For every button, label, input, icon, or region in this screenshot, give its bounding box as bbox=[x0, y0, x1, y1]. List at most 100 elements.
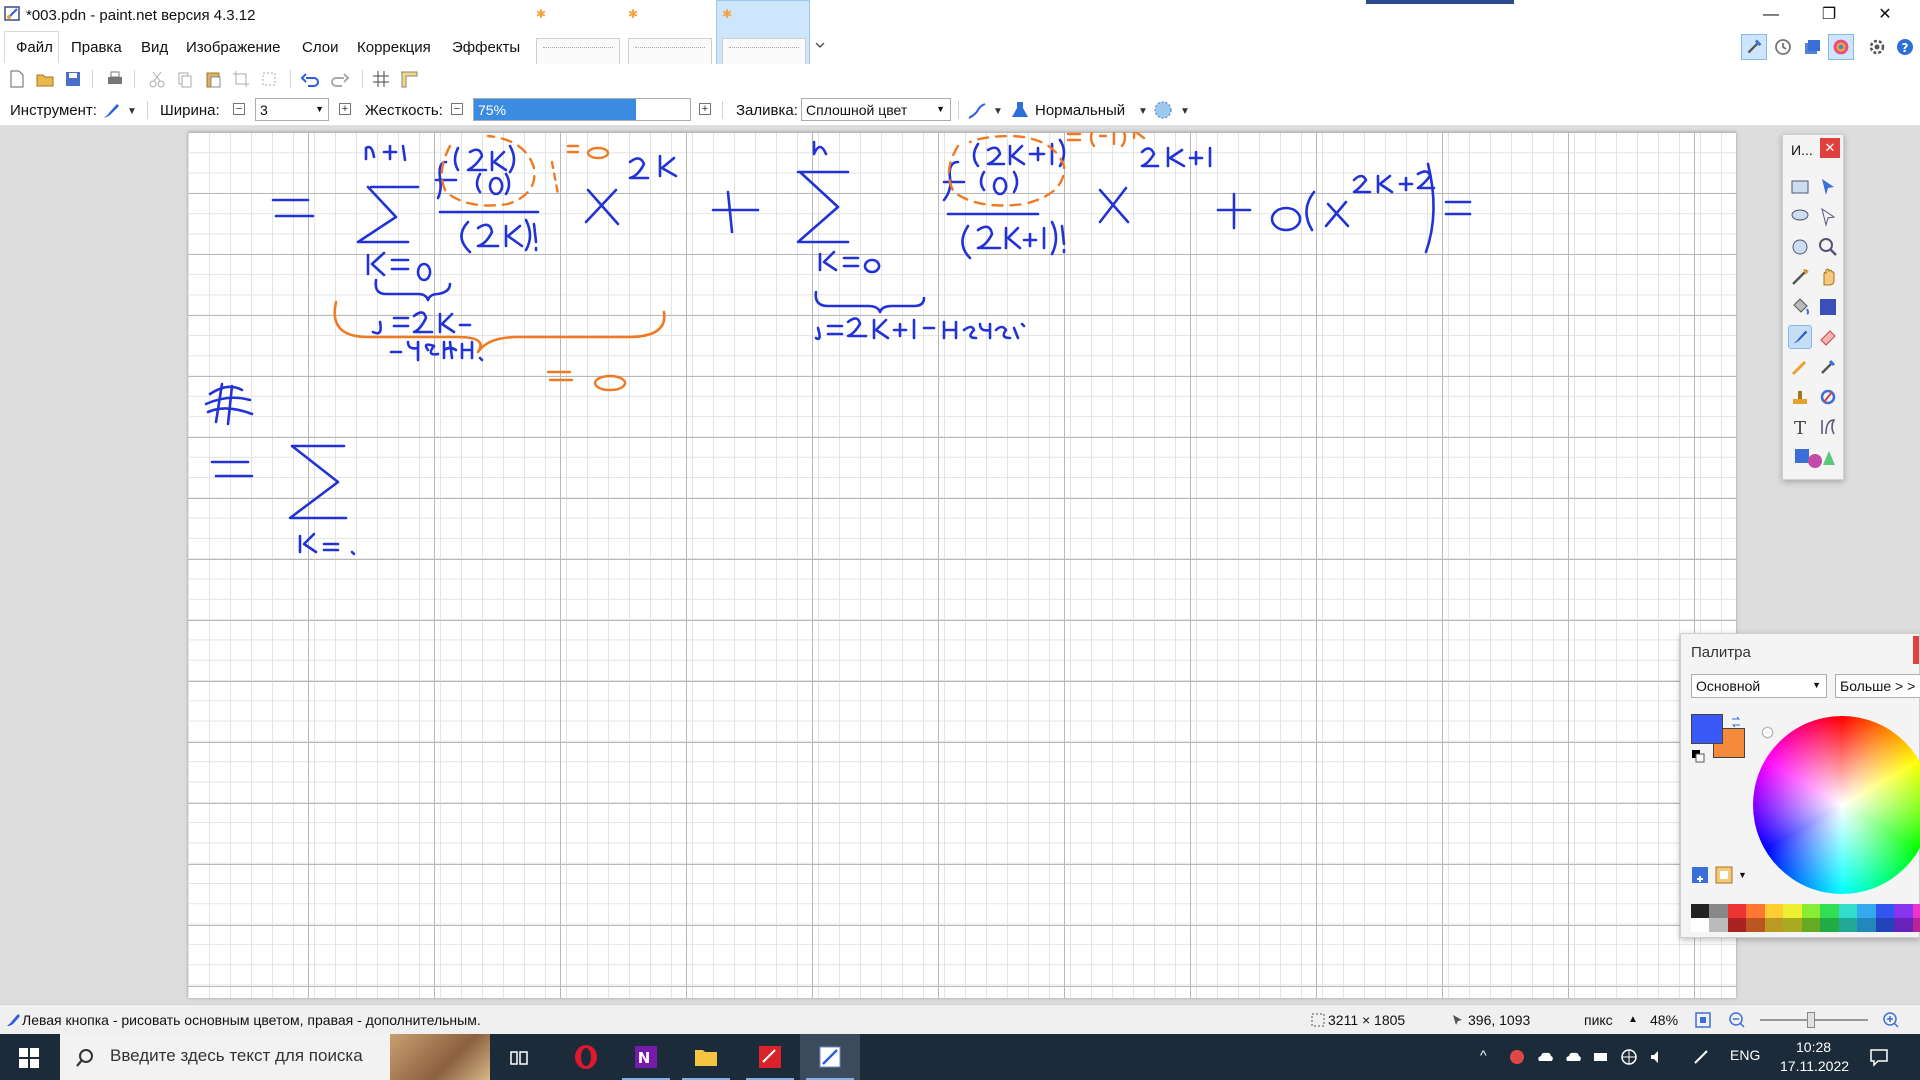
volume-icon[interactable] bbox=[1648, 1048, 1666, 1066]
palette-mode-select[interactable]: Основной ▼ bbox=[1691, 674, 1827, 698]
taskbar-opera[interactable] bbox=[556, 1034, 616, 1080]
chevron-down-icon[interactable]: ▼ bbox=[1812, 680, 1821, 690]
blend-mode-icon[interactable] bbox=[1009, 99, 1031, 121]
close-button[interactable]: ✕ bbox=[1862, 2, 1908, 28]
taskbar-pdf-editor[interactable] bbox=[740, 1034, 800, 1080]
menu-view[interactable]: Вид bbox=[141, 39, 168, 56]
task-view-icon[interactable] bbox=[508, 1047, 530, 1069]
eraser-icon[interactable] bbox=[1816, 325, 1840, 349]
ellipse-select-icon[interactable] bbox=[1788, 235, 1812, 259]
chevron-down-icon[interactable]: ▼ bbox=[936, 104, 945, 114]
text-tool-icon[interactable]: T bbox=[1788, 415, 1812, 439]
chevron-down-icon[interactable]: ▼ bbox=[1138, 106, 1148, 117]
print-icon[interactable] bbox=[104, 68, 126, 90]
taskbar-onenote[interactable]: N bbox=[616, 1034, 676, 1080]
move-selection-icon[interactable] bbox=[1816, 205, 1840, 229]
chevron-down-icon[interactable]: ▼ bbox=[1180, 106, 1190, 117]
cloud-icon[interactable] bbox=[1564, 1048, 1582, 1066]
language-indicator[interactable]: ENG bbox=[1730, 1047, 1760, 1063]
new-file-icon[interactable] bbox=[6, 68, 28, 90]
menu-layers[interactable]: Слои bbox=[302, 39, 338, 56]
menu-effects[interactable]: Эффекты bbox=[452, 39, 520, 56]
notifications-icon[interactable] bbox=[1868, 1046, 1890, 1068]
rectangle-select-icon[interactable] bbox=[1788, 175, 1812, 199]
shapes-icon[interactable] bbox=[1791, 445, 1837, 469]
redo-icon[interactable] bbox=[328, 68, 350, 90]
hardness-decrease-button[interactable]: − bbox=[451, 103, 463, 115]
grid-icon[interactable] bbox=[370, 68, 392, 90]
paste-icon[interactable] bbox=[202, 68, 224, 90]
move-selected-icon[interactable] bbox=[1816, 175, 1840, 199]
more-button[interactable]: Больше > > bbox=[1835, 674, 1920, 698]
chevron-down-icon[interactable] bbox=[814, 40, 826, 50]
taskbar-paintnet[interactable] bbox=[800, 1034, 860, 1080]
onedrive-icon[interactable] bbox=[1536, 1048, 1554, 1066]
clone-stamp-icon[interactable] bbox=[1788, 385, 1812, 409]
primary-color-swatch[interactable] bbox=[1691, 714, 1723, 744]
width-decrease-button[interactable]: − bbox=[233, 103, 245, 115]
reset-colors-icon[interactable] bbox=[1691, 749, 1705, 763]
menu-image[interactable]: Изображение bbox=[186, 39, 281, 56]
paint-bucket-icon[interactable] bbox=[1788, 295, 1812, 319]
color-wheel[interactable] bbox=[1753, 716, 1920, 894]
blend-mode-value[interactable]: Нормальный bbox=[1035, 102, 1125, 119]
restore-button[interactable]: ❐ bbox=[1806, 2, 1852, 28]
width-increase-button[interactable]: + bbox=[339, 103, 351, 115]
history-icon[interactable] bbox=[1770, 34, 1796, 60]
recolor-icon[interactable] bbox=[1816, 385, 1840, 409]
network-globe-icon[interactable] bbox=[1620, 1048, 1638, 1066]
zoom-level[interactable]: 48% bbox=[1650, 1012, 1678, 1028]
zoom-in-icon[interactable] bbox=[1882, 1011, 1900, 1029]
color-picker-icon[interactable] bbox=[1816, 355, 1840, 379]
paintbrush-icon[interactable] bbox=[100, 100, 122, 122]
zoom-icon[interactable] bbox=[1816, 235, 1840, 259]
swap-colors-icon[interactable] bbox=[1730, 716, 1742, 728]
chevron-down-icon[interactable]: ▼ bbox=[993, 106, 1003, 117]
selection-clipping-icon[interactable] bbox=[1152, 99, 1174, 121]
deselect-icon[interactable] bbox=[258, 68, 280, 90]
battery-icon[interactable] bbox=[1592, 1048, 1610, 1066]
hardness-slider[interactable]: 75% bbox=[473, 98, 691, 121]
colors-icon[interactable] bbox=[1828, 34, 1854, 60]
crop-icon[interactable] bbox=[230, 68, 252, 90]
pencil-icon[interactable] bbox=[1788, 355, 1812, 379]
save-icon[interactable] bbox=[62, 68, 84, 90]
undo-icon[interactable] bbox=[300, 68, 322, 90]
units-select[interactable]: пикс bbox=[1584, 1012, 1613, 1028]
windows-start-icon[interactable] bbox=[18, 1047, 40, 1069]
pen-icon[interactable] bbox=[1692, 1048, 1710, 1066]
menu-file[interactable]: Файл bbox=[16, 39, 53, 56]
zoom-to-window-icon[interactable] bbox=[1694, 1011, 1712, 1029]
help-icon[interactable]: ? bbox=[1892, 34, 1918, 60]
copy-icon[interactable] bbox=[174, 68, 196, 90]
zoom-out-icon[interactable] bbox=[1728, 1011, 1746, 1029]
palette-close-button[interactable] bbox=[1913, 636, 1919, 664]
antialiasing-icon[interactable] bbox=[966, 100, 988, 122]
paintbrush-tool-icon[interactable] bbox=[1788, 325, 1812, 349]
image-canvas[interactable] bbox=[188, 132, 1736, 998]
palette-swatches[interactable] bbox=[1691, 904, 1920, 932]
menu-adjustments[interactable]: Коррекция bbox=[357, 39, 431, 56]
chevron-down-icon[interactable]: ▼ bbox=[1738, 870, 1747, 880]
settings-gear-icon[interactable] bbox=[1864, 34, 1890, 60]
width-input[interactable]: 3 ▼ bbox=[255, 98, 329, 121]
ruler-icon[interactable] bbox=[398, 68, 420, 90]
chevron-down-icon[interactable]: ▼ bbox=[315, 104, 324, 114]
gradient-icon[interactable] bbox=[1816, 295, 1840, 319]
layers-icon[interactable] bbox=[1799, 34, 1825, 60]
tools-window-close-button[interactable]: ✕ bbox=[1820, 138, 1840, 158]
color-wheel-cursor[interactable] bbox=[1763, 728, 1772, 737]
zoom-slider-thumb[interactable] bbox=[1807, 1012, 1816, 1028]
chevron-up-icon[interactable]: ▲ bbox=[1628, 1014, 1638, 1025]
pan-hand-icon[interactable] bbox=[1816, 265, 1840, 289]
magic-wand-icon[interactable] bbox=[1788, 265, 1812, 289]
open-folder-icon[interactable] bbox=[34, 68, 56, 90]
minimize-button[interactable]: — bbox=[1748, 2, 1794, 28]
menu-edit[interactable]: Правка bbox=[71, 39, 122, 56]
add-color-icon[interactable] bbox=[1691, 866, 1709, 884]
cut-icon[interactable] bbox=[146, 68, 168, 90]
lasso-select-icon[interactable] bbox=[1788, 205, 1812, 229]
tools-window-icon[interactable] bbox=[1741, 34, 1767, 60]
clock-date[interactable]: 17.11.2022 bbox=[1780, 1058, 1849, 1074]
clock-time[interactable]: 10:28 bbox=[1796, 1039, 1831, 1055]
